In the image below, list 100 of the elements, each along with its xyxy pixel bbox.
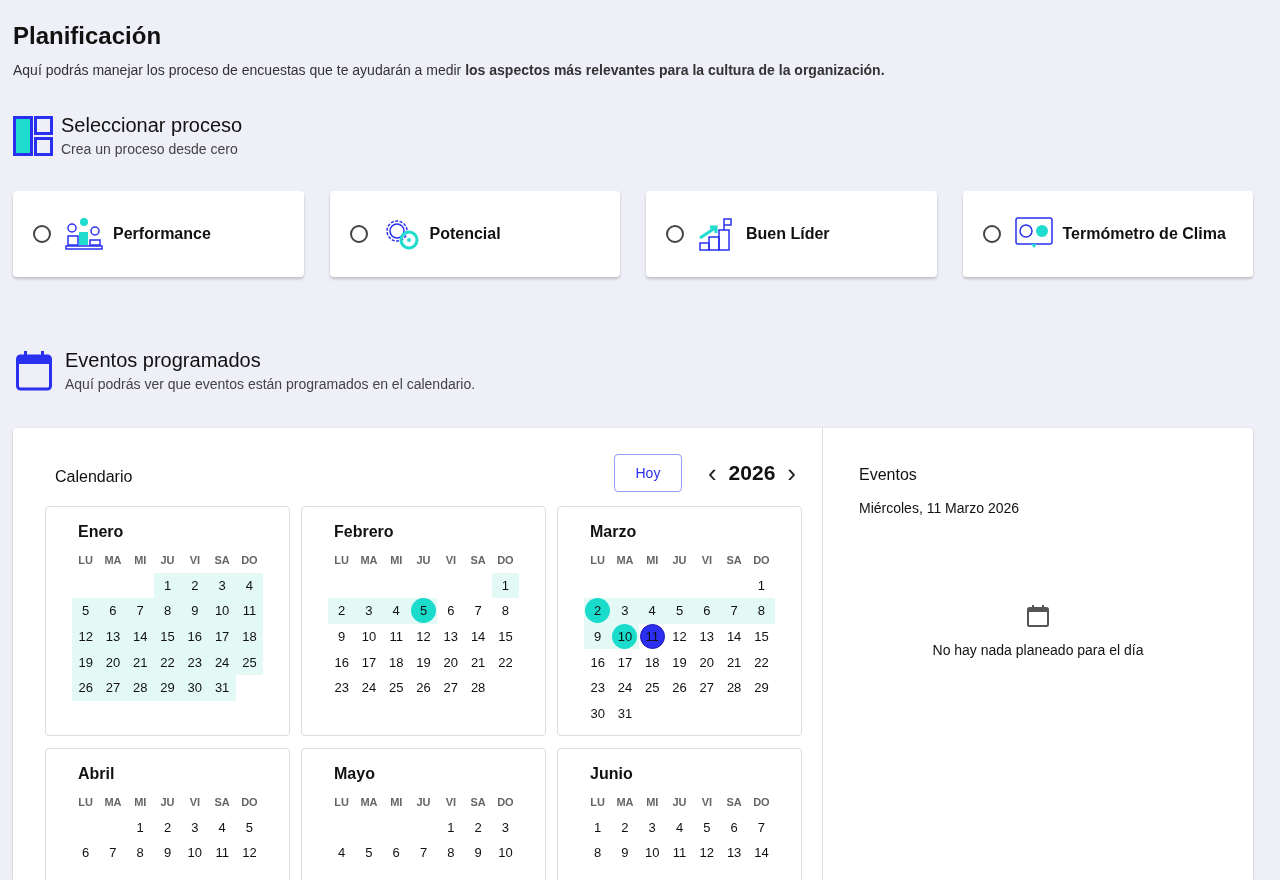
calendar-day[interactable]: 5	[667, 598, 693, 624]
calendar-day[interactable]: 28	[721, 675, 747, 701]
process-card[interactable]: Performance	[13, 191, 304, 277]
calendar-day[interactable]: 13	[694, 624, 720, 650]
calendar-day[interactable]: 6	[383, 840, 409, 866]
calendar-day[interactable]: 15	[492, 624, 518, 650]
calendar-day[interactable]: 21	[465, 649, 491, 675]
calendar-day[interactable]: 31	[209, 675, 235, 701]
calendar-day[interactable]: 4	[383, 598, 409, 624]
calendar-day[interactable]: 17	[209, 624, 235, 650]
calendar-day[interactable]: 7	[465, 598, 491, 624]
calendar-day[interactable]: 27	[694, 675, 720, 701]
calendar-day[interactable]: 18	[639, 649, 665, 675]
calendar-day[interactable]: 25	[383, 675, 409, 701]
calendar-day[interactable]: 6	[100, 598, 126, 624]
calendar-day[interactable]: 15	[748, 624, 774, 650]
calendar-day[interactable]: 12	[73, 624, 99, 650]
calendar-day[interactable]: 25	[639, 675, 665, 701]
calendar-day[interactable]: 14	[721, 624, 747, 650]
calendar-day[interactable]: 4	[639, 598, 665, 624]
calendar-day[interactable]: 19	[667, 649, 693, 675]
calendar-day[interactable]: 24	[612, 675, 638, 701]
calendar-day[interactable]: 24	[209, 649, 235, 675]
calendar-day[interactable]: 1	[127, 814, 153, 840]
calendar-day[interactable]: 9	[585, 624, 611, 650]
calendar-day[interactable]: 10	[356, 624, 382, 650]
calendar-day[interactable]: 3	[356, 598, 382, 624]
calendar-day[interactable]: 5	[694, 814, 720, 840]
calendar-day[interactable]: 10	[182, 840, 208, 866]
calendar-day[interactable]: 2	[612, 814, 638, 840]
process-card[interactable]: Termómetro de Clima	[962, 191, 1253, 277]
calendar-day[interactable]: 2	[465, 814, 491, 840]
calendar-day[interactable]: 2	[155, 814, 181, 840]
calendar-day[interactable]: 7	[748, 814, 774, 840]
calendar-day[interactable]: 9	[182, 598, 208, 624]
calendar-day[interactable]: 21	[721, 649, 747, 675]
calendar-day[interactable]: 22	[748, 649, 774, 675]
radio-button[interactable]	[666, 225, 684, 243]
calendar-day[interactable]: 6	[721, 814, 747, 840]
calendar-day[interactable]: 8	[438, 840, 464, 866]
calendar-day[interactable]: 30	[585, 700, 611, 726]
calendar-day[interactable]: 2	[182, 572, 208, 598]
calendar-day[interactable]: 13	[721, 840, 747, 866]
calendar-day[interactable]: 11	[667, 840, 693, 866]
today-button[interactable]: Hoy	[613, 454, 682, 492]
calendar-day[interactable]: 4	[667, 814, 693, 840]
process-card[interactable]: Potencial	[329, 191, 620, 277]
calendar-day[interactable]: 7	[721, 598, 747, 624]
calendar-day[interactable]: 9	[465, 840, 491, 866]
calendar-day[interactable]: 1	[748, 572, 774, 598]
calendar-day[interactable]: 19	[73, 649, 99, 675]
calendar-day[interactable]: 17	[612, 649, 638, 675]
calendar-day[interactable]: 24	[356, 675, 382, 701]
calendar-day[interactable]: 3	[612, 598, 638, 624]
calendar-day[interactable]: 28	[465, 675, 491, 701]
calendar-day[interactable]: 4	[329, 840, 355, 866]
calendar-day[interactable]: 3	[209, 572, 235, 598]
calendar-day[interactable]: 22	[492, 649, 518, 675]
calendar-day[interactable]: 31	[612, 700, 638, 726]
calendar-day[interactable]: 3	[639, 814, 665, 840]
calendar-day[interactable]: 10	[639, 840, 665, 866]
calendar-day[interactable]: 23	[329, 675, 355, 701]
calendar-day[interactable]: 8	[492, 598, 518, 624]
calendar-day[interactable]: 3	[182, 814, 208, 840]
next-year-button[interactable]: ›	[781, 457, 802, 489]
calendar-day[interactable]: 22	[155, 649, 181, 675]
calendar-day[interactable]: 18	[236, 624, 262, 650]
calendar-day[interactable]: 3	[492, 814, 518, 840]
calendar-day[interactable]: 6	[694, 598, 720, 624]
calendar-day[interactable]: 9	[329, 624, 355, 650]
calendar-day[interactable]: 12	[411, 624, 437, 650]
calendar-day[interactable]: 16	[585, 649, 611, 675]
calendar-day[interactable]: 16	[329, 649, 355, 675]
calendar-day[interactable]: 8	[127, 840, 153, 866]
calendar-day[interactable]: 8	[585, 840, 611, 866]
calendar-day[interactable]: 18	[383, 649, 409, 675]
calendar-day[interactable]: 10	[612, 624, 638, 650]
calendar-day[interactable]: 5	[236, 814, 262, 840]
calendar-day[interactable]: 17	[356, 649, 382, 675]
calendar-day[interactable]: 14	[127, 624, 153, 650]
calendar-day[interactable]: 4	[236, 572, 262, 598]
calendar-day[interactable]: 21	[127, 649, 153, 675]
calendar-day[interactable]: 6	[73, 840, 99, 866]
calendar-day[interactable]: 10	[209, 598, 235, 624]
calendar-day[interactable]: 12	[667, 624, 693, 650]
previous-year-button[interactable]: ‹	[701, 457, 723, 489]
calendar-day[interactable]: 26	[667, 675, 693, 701]
calendar-day[interactable]: 13	[100, 624, 126, 650]
calendar-day[interactable]: 10	[492, 840, 518, 866]
calendar-day[interactable]: 4	[209, 814, 235, 840]
calendar-day[interactable]: 12	[236, 840, 262, 866]
calendar-day[interactable]: 27	[100, 675, 126, 701]
calendar-day[interactable]: 8	[155, 598, 181, 624]
calendar-day[interactable]: 5	[356, 840, 382, 866]
calendar-day[interactable]: 13	[438, 624, 464, 650]
calendar-day[interactable]: 7	[127, 598, 153, 624]
calendar-day[interactable]: 23	[585, 675, 611, 701]
radio-button[interactable]	[33, 225, 51, 243]
calendar-day[interactable]: 20	[694, 649, 720, 675]
calendar-day[interactable]: 1	[492, 572, 518, 598]
